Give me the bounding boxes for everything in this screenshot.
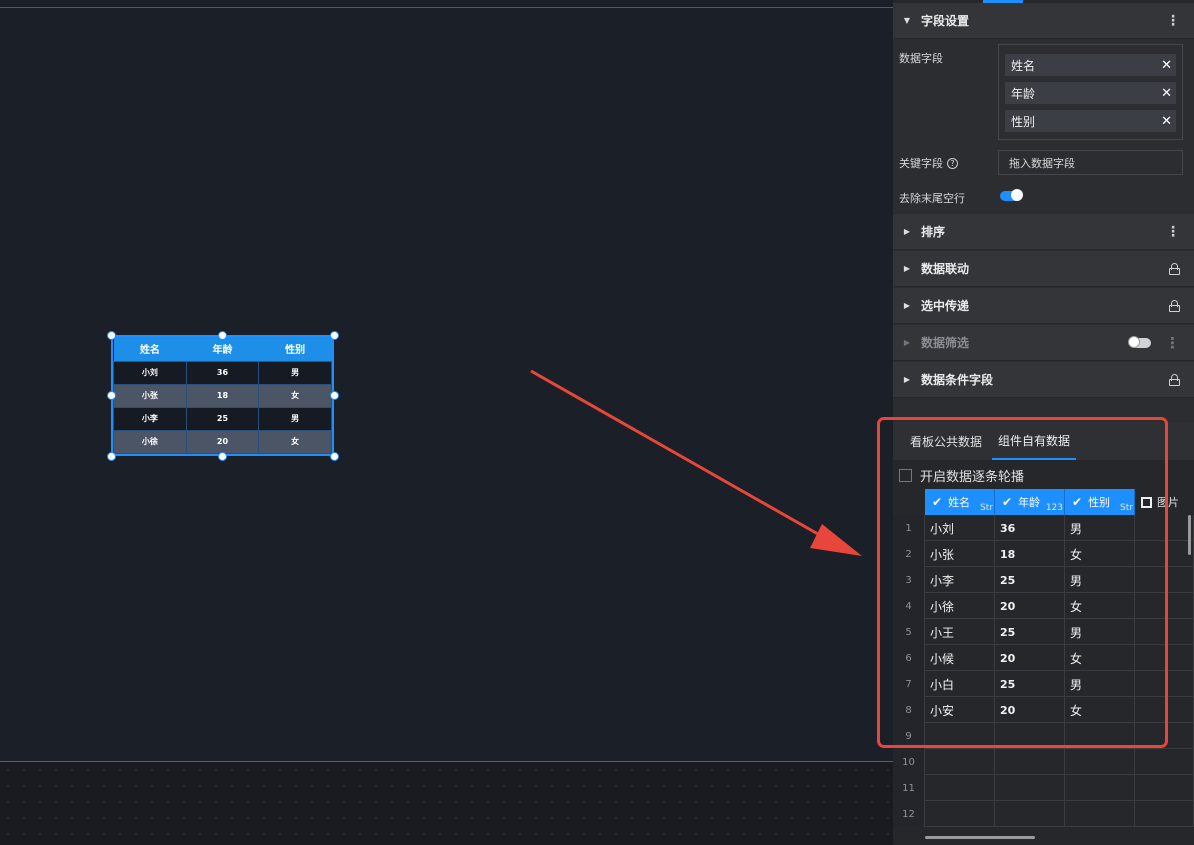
table-widget[interactable]: 姓名 年龄 性别 小刘 36 男 小张 18 女 小李 25 男 小徐 20 女 (111, 335, 334, 456)
vertical-scrollbar[interactable] (1188, 515, 1191, 555)
section-title: 数据筛选 (921, 336, 970, 350)
filter-toggle[interactable] (1128, 336, 1151, 348)
widget-row: 小徐 20 女 (113, 429, 332, 455)
more-vertical-icon[interactable]: ⋮ (1166, 3, 1180, 39)
section-data-linkage[interactable]: ▶ 数据联动 (893, 251, 1194, 287)
key-field-label-row: 关键字段 ? (899, 155, 958, 171)
canvas-dotted-footer (0, 761, 893, 845)
horizontal-scrollbar[interactable] (925, 836, 1035, 839)
grid-cell[interactable] (1135, 775, 1194, 801)
caret-right-icon: ▶ (903, 338, 911, 347)
resize-handle-top-left[interactable] (107, 331, 116, 340)
widget-row: 小李 25 男 (113, 406, 332, 431)
grid-cell[interactable] (1065, 801, 1135, 827)
grid-cell[interactable] (1065, 749, 1135, 775)
more-vertical-icon[interactable]: ⋮ (1166, 214, 1180, 250)
section-conditional-fields[interactable]: ▶ 数据条件字段 (893, 362, 1194, 398)
caret-down-icon: ▼ (903, 16, 911, 25)
app-root: 姓名 年龄 性别 小刘 36 男 小张 18 女 小李 25 男 小徐 20 女… (0, 0, 1194, 845)
widget-header-cell: 姓名 (113, 337, 187, 362)
resize-handle-bottom-right[interactable] (330, 452, 339, 461)
field-chip-label: 年龄 (1011, 86, 1036, 101)
row-number: 12 (893, 801, 925, 827)
section-title: 数据联动 (921, 262, 970, 276)
toggle-knob (1011, 189, 1023, 201)
section-field-settings[interactable]: ▼ 字段设置 ⋮ (893, 3, 1194, 39)
section-title: 数据条件字段 (921, 373, 994, 387)
table-row[interactable]: 11 (893, 775, 1194, 801)
key-field-label: 关键字段 (899, 157, 943, 170)
caret-right-icon: ▶ (903, 375, 911, 384)
widget-cell: 18 (185, 383, 260, 408)
more-vertical-icon[interactable]: ⋮ (1165, 335, 1180, 351)
table-row[interactable]: 10 (893, 749, 1194, 775)
field-chip[interactable]: 姓名 ✕ (1005, 54, 1176, 76)
resize-handle-top[interactable] (218, 331, 227, 340)
resize-handle-right[interactable] (330, 391, 339, 400)
grid-cell[interactable] (995, 749, 1065, 775)
widget-row: 小张 18 女 (113, 383, 332, 408)
caret-right-icon: ▶ (903, 264, 911, 273)
resize-handle-bottom-left[interactable] (107, 452, 116, 461)
row-number: 11 (893, 775, 925, 801)
widget-cell: 36 (185, 360, 260, 385)
section-selection-pass[interactable]: ▶ 选中传递 (893, 288, 1194, 324)
table-row[interactable]: 12 (893, 801, 1194, 827)
grid-cell[interactable] (925, 749, 995, 775)
annotation-arrow-icon (530, 369, 862, 556)
lock-icon (1169, 288, 1180, 324)
field-chip-label: 性别 (1011, 114, 1036, 129)
data-fields-label: 数据字段 (899, 52, 943, 65)
section-title: 字段设置 (921, 14, 970, 28)
filter-controls: ⋮ (1128, 325, 1180, 361)
close-icon[interactable]: ✕ (1161, 58, 1172, 73)
close-icon[interactable]: ✕ (1161, 114, 1172, 129)
close-icon[interactable]: ✕ (1161, 86, 1172, 101)
widget-cell: 小徐 (113, 429, 187, 455)
grid-cell[interactable] (1135, 801, 1194, 827)
widget-cell: 女 (258, 383, 332, 408)
field-chip[interactable]: 性别 ✕ (1005, 110, 1176, 132)
help-icon[interactable]: ? (947, 157, 958, 169)
data-fields-dropzone[interactable]: 姓名 ✕ 年龄 ✕ 性别 ✕ (998, 44, 1183, 140)
widget-table: 姓名 年龄 性别 小刘 36 男 小张 18 女 小李 25 男 小徐 20 女 (113, 337, 332, 455)
section-sort[interactable]: ▶ 排序 ⋮ (893, 214, 1194, 250)
section-title: 排序 (921, 225, 946, 239)
grid-cell[interactable] (925, 801, 995, 827)
resize-handle-bottom[interactable] (218, 452, 227, 461)
trim-rows-label: 去除末尾空行 (899, 192, 965, 205)
widget-cell: 女 (258, 429, 332, 455)
key-field-dropzone[interactable]: 拖入数据字段 (998, 150, 1183, 175)
section-title: 选中传递 (921, 299, 970, 313)
field-chip[interactable]: 年龄 ✕ (1005, 82, 1176, 104)
grid-cell[interactable] (925, 775, 995, 801)
caret-right-icon: ▶ (903, 227, 911, 236)
lock-icon (1169, 251, 1180, 287)
grid-cell[interactable] (995, 801, 1065, 827)
highlight-frame (877, 417, 1168, 748)
lock-icon (1169, 362, 1180, 398)
canvas-top-divider (0, 7, 893, 8)
widget-header-cell: 性别 (258, 337, 332, 362)
widget-header-cell: 年龄 (186, 337, 259, 362)
grid-cell[interactable] (1065, 775, 1135, 801)
widget-row: 小刘 36 男 (113, 360, 332, 385)
widget-cell: 小李 (113, 406, 187, 431)
resize-handle-left[interactable] (107, 391, 116, 400)
grid-cell[interactable] (1135, 749, 1194, 775)
widget-cell: 男 (258, 360, 332, 385)
widget-cell: 25 (185, 406, 260, 431)
widget-cell: 小刘 (113, 360, 187, 385)
field-chip-label: 姓名 (1011, 58, 1036, 73)
widget-cell: 男 (258, 406, 332, 431)
widget-cell: 小张 (113, 383, 187, 408)
caret-right-icon: ▶ (903, 301, 911, 310)
widget-cell: 20 (185, 429, 260, 455)
row-number: 10 (893, 749, 925, 775)
grid-cell[interactable] (995, 775, 1065, 801)
trim-rows-toggle[interactable] (1000, 189, 1023, 201)
section-data-filter[interactable]: ▶ 数据筛选 ⋮ (893, 325, 1194, 361)
resize-handle-top-right[interactable] (330, 331, 339, 340)
